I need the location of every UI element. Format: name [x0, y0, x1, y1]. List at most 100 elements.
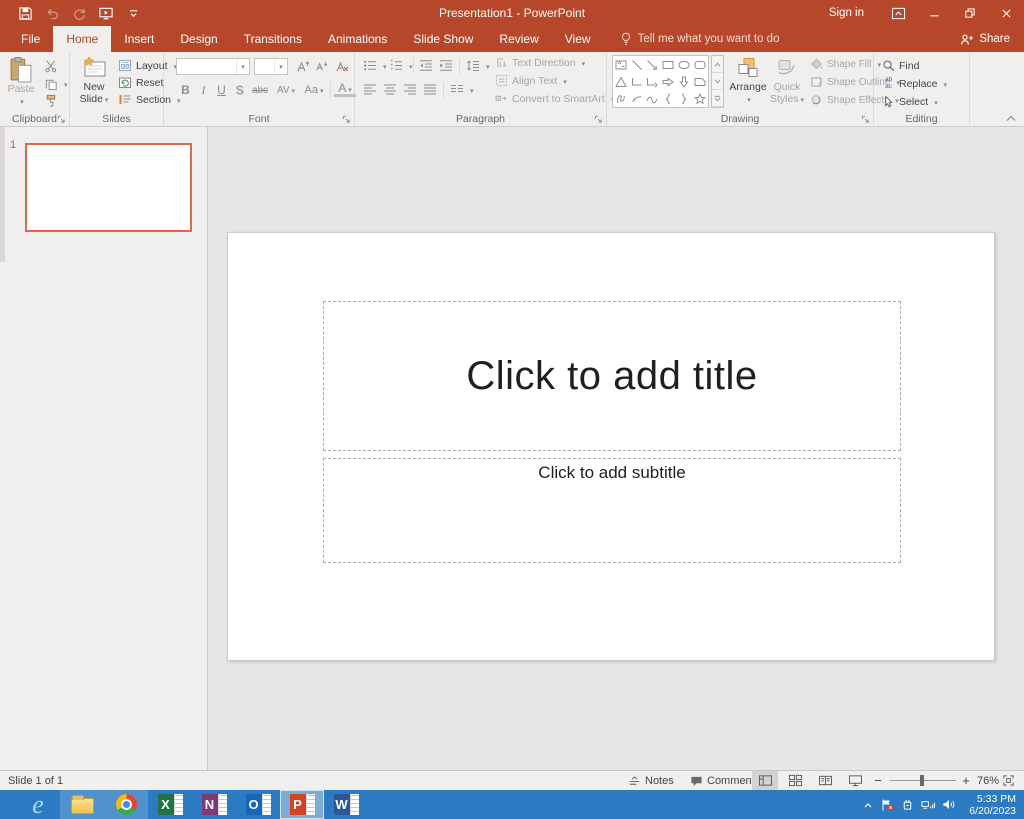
font-size-combo[interactable]: ▾: [254, 58, 288, 75]
tab-transitions[interactable]: Transitions: [231, 26, 315, 52]
network-icon[interactable]: [921, 798, 935, 811]
tab-design[interactable]: Design: [167, 26, 230, 52]
slide-sorter-view-button[interactable]: [782, 771, 808, 790]
bullets-button[interactable]: [363, 59, 387, 72]
notes-toggle[interactable]: Notes: [628, 771, 674, 790]
normal-view-button[interactable]: [752, 771, 778, 790]
font-name-input[interactable]: [177, 60, 236, 73]
font-size-input[interactable]: [255, 60, 274, 73]
shape-arrow[interactable]: [645, 56, 661, 73]
tab-slide-show[interactable]: Slide Show: [400, 26, 486, 52]
tab-file[interactable]: File: [8, 26, 53, 52]
shape-gallery-scroll-up[interactable]: [712, 56, 723, 73]
text-shadow-button[interactable]: S: [231, 81, 248, 99]
share-button[interactable]: Share: [960, 26, 1024, 52]
decrease-font-size-button[interactable]: [313, 57, 330, 75]
change-case-button[interactable]: Aa: [302, 81, 326, 99]
tab-review[interactable]: Review: [486, 26, 551, 52]
font-name-dropdown[interactable]: ▾: [236, 59, 249, 74]
copy-button[interactable]: [44, 77, 68, 91]
drawing-dialog-launcher[interactable]: [861, 115, 870, 124]
cut-button[interactable]: [44, 59, 58, 73]
reset-button[interactable]: Reset: [118, 76, 163, 89]
shape-arc[interactable]: [629, 90, 645, 107]
increase-font-size-button[interactable]: [294, 57, 311, 75]
volume-icon[interactable]: [942, 798, 956, 811]
zoom-level[interactable]: 76%: [977, 771, 999, 790]
shape-gallery-scroll-down[interactable]: [712, 73, 723, 90]
increase-indent-button[interactable]: [439, 59, 453, 72]
start-from-beginning-button[interactable]: [97, 4, 115, 22]
line-spacing-button[interactable]: [466, 59, 490, 72]
taskbar-internet-explorer[interactable]: e: [16, 790, 60, 819]
italic-button[interactable]: I: [195, 81, 212, 99]
shape-right-brace[interactable]: [676, 90, 692, 107]
zoom-slider-thumb[interactable]: [920, 775, 924, 786]
paste-dropdown[interactable]: [18, 95, 24, 109]
taskbar-onenote[interactable]: N: [192, 790, 236, 819]
paste-button[interactable]: Paste: [4, 56, 38, 109]
taskbar-outlook[interactable]: O: [236, 790, 280, 819]
close-button[interactable]: [988, 0, 1024, 26]
sign-in-button[interactable]: Sign in: [813, 7, 880, 19]
shape-fill-button[interactable]: Shape Fill: [810, 58, 881, 70]
format-painter-button[interactable]: [44, 94, 58, 108]
numbering-button[interactable]: [389, 59, 413, 72]
shape-snip-corner-rectangle[interactable]: [692, 73, 708, 90]
save-button[interactable]: [16, 4, 34, 22]
taskbar-chrome[interactable]: [104, 790, 148, 819]
undo-button[interactable]: [43, 4, 61, 22]
underline-button[interactable]: U: [213, 81, 230, 99]
align-right-button[interactable]: [403, 83, 417, 96]
shape-down-arrow[interactable]: [676, 73, 692, 90]
show-hidden-icons-button[interactable]: [863, 801, 873, 809]
clear-formatting-button[interactable]: [333, 57, 350, 75]
quick-styles-button[interactable]: Quick Styles: [769, 56, 805, 107]
shape-star[interactable]: [692, 90, 708, 107]
clipboard-dialog-launcher[interactable]: [57, 115, 66, 124]
tab-view[interactable]: View: [552, 26, 604, 52]
arrange-button[interactable]: Arrange: [729, 56, 767, 107]
font-color-button[interactable]: A: [334, 81, 356, 97]
comments-toggle[interactable]: Comments: [690, 771, 760, 790]
fit-slide-to-window-button[interactable]: [1002, 771, 1015, 790]
columns-button[interactable]: [450, 83, 474, 96]
minimize-button[interactable]: [916, 0, 952, 26]
slide-show-view-button[interactable]: [842, 771, 868, 790]
justify-button[interactable]: [423, 83, 437, 96]
zoom-out-button[interactable]: −: [874, 771, 882, 790]
font-size-dropdown[interactable]: ▾: [274, 59, 287, 74]
slide-indicator[interactable]: Slide 1 of 1: [8, 771, 63, 790]
convert-to-smartart-button[interactable]: Convert to SmartArt: [495, 92, 614, 105]
shape-line[interactable]: [629, 56, 645, 73]
ribbon-display-options-button[interactable]: [880, 0, 916, 26]
new-slide-button[interactable]: New Slide: [76, 56, 112, 107]
select-button[interactable]: Select: [882, 95, 938, 108]
restore-button[interactable]: [952, 0, 988, 26]
collapse-ribbon-button[interactable]: [1006, 115, 1016, 122]
shape-oval[interactable]: [676, 56, 692, 73]
shape-gallery-more-button[interactable]: [712, 90, 723, 107]
shape-left-brace[interactable]: [660, 90, 676, 107]
action-center-icon[interactable]: [880, 798, 894, 812]
tab-home[interactable]: Home: [53, 26, 111, 52]
taskbar-word[interactable]: W: [324, 790, 368, 819]
power-icon[interactable]: [901, 798, 914, 811]
character-spacing-button[interactable]: AV: [274, 81, 298, 99]
font-dialog-launcher[interactable]: [342, 115, 351, 124]
shape-freeform[interactable]: [613, 90, 629, 107]
paragraph-dialog-launcher[interactable]: [594, 115, 603, 124]
shape-rounded-rectangle[interactable]: [692, 56, 708, 73]
thumbnail-scrollbar[interactable]: [0, 127, 5, 262]
shape-right-arrow[interactable]: [660, 73, 676, 90]
align-left-button[interactable]: [363, 83, 377, 96]
taskbar-powerpoint[interactable]: P: [280, 790, 324, 819]
shape-elbow-arrow-connector[interactable]: [645, 73, 661, 90]
align-text-button[interactable]: Align Text: [495, 74, 567, 87]
subtitle-placeholder[interactable]: Click to add subtitle: [323, 458, 901, 563]
taskbar-excel[interactable]: X: [148, 790, 192, 819]
shape-text-box[interactable]: [613, 56, 629, 73]
shape-curve[interactable]: [645, 90, 661, 107]
tell-me-box[interactable]: Tell me what you want to do: [620, 26, 780, 52]
taskbar-clock[interactable]: 5:33 PM 6/20/2023: [963, 793, 1016, 817]
